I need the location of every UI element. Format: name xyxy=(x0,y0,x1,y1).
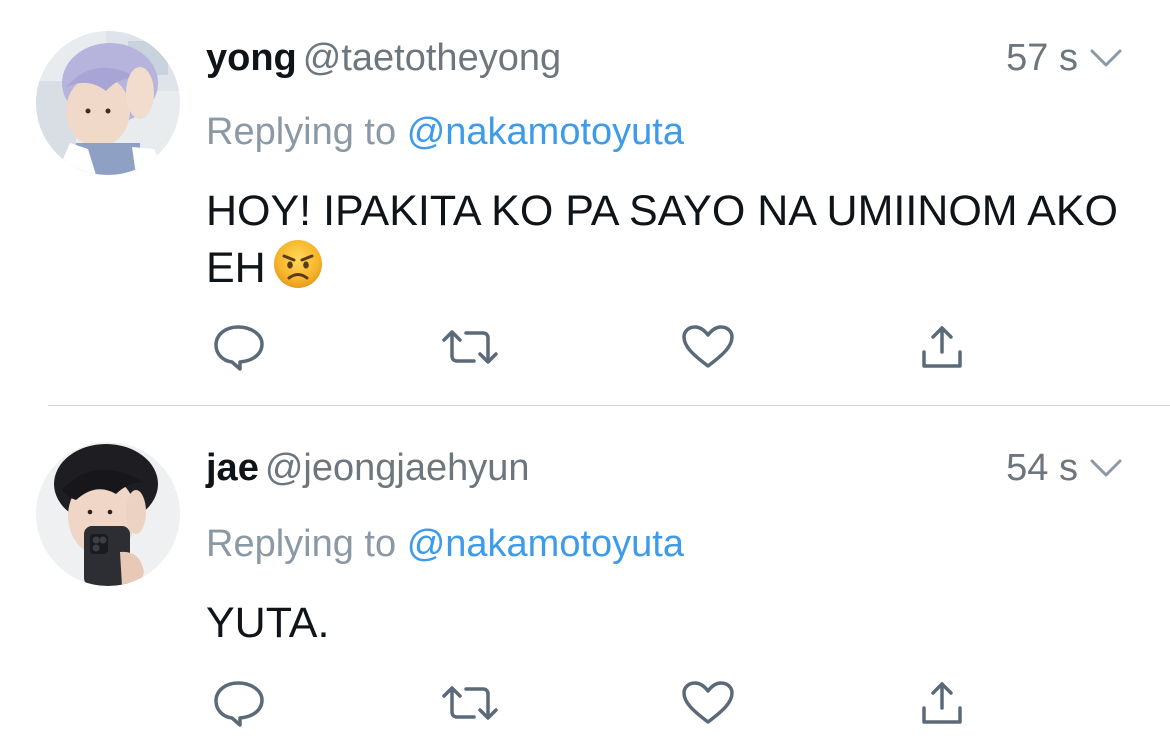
retweet-icon xyxy=(442,686,498,720)
timestamp: 57 s xyxy=(1006,37,1078,79)
angry-face-emoji xyxy=(272,238,324,290)
user-handle[interactable]: @taetotheyong xyxy=(303,37,561,79)
tweet-header: jae @jeongjaehyun xyxy=(206,446,530,490)
tweet-text: HOY! IPAKITA KO PA SAYO NA UMIINOM AKO E… xyxy=(206,184,1126,295)
share-icon xyxy=(922,326,962,368)
retweet-button[interactable] xyxy=(440,678,500,728)
like-icon xyxy=(682,325,734,368)
display-name[interactable]: yong xyxy=(206,37,297,79)
reply-button[interactable] xyxy=(210,322,270,372)
chevron-down-icon[interactable] xyxy=(1088,47,1124,69)
like-icon xyxy=(682,681,734,724)
tweet-actions xyxy=(206,322,986,372)
tweet-text-content: YUTA. xyxy=(206,599,330,647)
chevron-down-icon[interactable] xyxy=(1088,457,1124,479)
user-handle[interactable]: @jeongjaehyun xyxy=(265,447,530,489)
avatar[interactable] xyxy=(36,442,180,586)
tweet[interactable]: jae @jeongjaehyun 54 s Replying to @nakam… xyxy=(0,406,1170,749)
tweet-meta: 57 s xyxy=(1006,36,1124,80)
retweet-icon xyxy=(442,330,498,364)
reply-icon xyxy=(214,681,264,727)
timestamp: 54 s xyxy=(1006,447,1078,489)
reply-icon xyxy=(214,325,264,371)
display-name[interactable]: jae xyxy=(206,447,259,489)
replying-to: Replying to @nakamotoyuta xyxy=(206,522,684,566)
tweet-meta: 54 s xyxy=(1006,446,1124,490)
reply-button[interactable] xyxy=(210,678,270,728)
replying-label: Replying to xyxy=(206,111,397,153)
like-button[interactable] xyxy=(678,322,738,372)
retweet-button[interactable] xyxy=(440,322,500,372)
share-icon xyxy=(922,682,962,724)
replying-label: Replying to xyxy=(206,523,397,565)
replying-to-link[interactable]: @nakamotoyuta xyxy=(407,111,684,153)
share-button[interactable] xyxy=(912,678,972,728)
replying-to: Replying to @nakamotoyuta xyxy=(206,110,684,154)
like-button[interactable] xyxy=(678,678,738,728)
tweet-text: YUTA. xyxy=(206,596,1126,650)
tweet-actions xyxy=(206,678,986,728)
tweet-header: yong @taetotheyong xyxy=(206,36,561,80)
tweet-text-content: HOY! IPAKITA KO PA SAYO NA UMIINOM AKO E… xyxy=(206,187,1118,292)
avatar[interactable] xyxy=(36,31,180,175)
replying-to-link[interactable]: @nakamotoyuta xyxy=(407,523,684,565)
share-button[interactable] xyxy=(912,322,972,372)
tweet[interactable]: yong @taetotheyong 57 s Replying to @naka… xyxy=(0,0,1170,405)
